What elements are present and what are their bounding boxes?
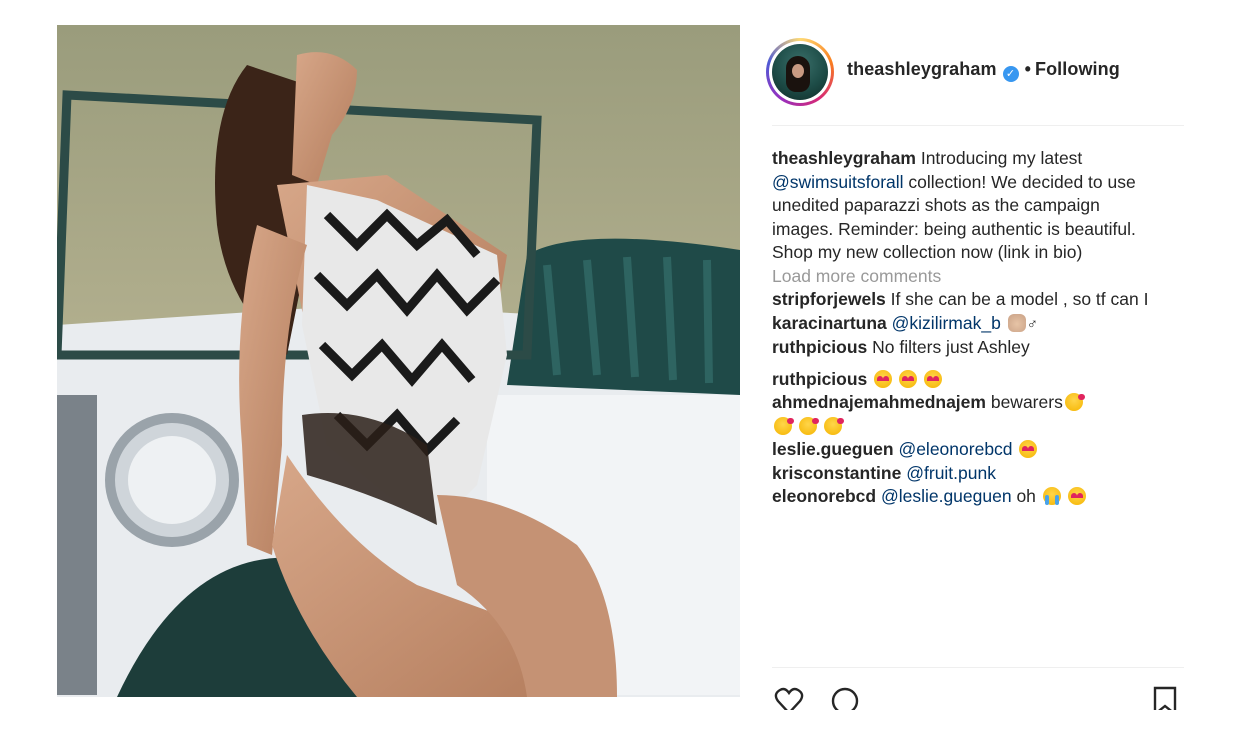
divider (772, 667, 1184, 668)
male-sign: ♂ (1026, 315, 1038, 333)
divider (772, 125, 1184, 126)
comment-mention[interactable]: @eleonorebcd (898, 439, 1012, 459)
comment: leslie.gueguen @eleonorebcd (772, 438, 1162, 462)
action-bar (772, 680, 1184, 710)
heart-eyes-emoji-icon (1067, 487, 1086, 505)
comment-text: bewarers (990, 392, 1063, 412)
comment-mention[interactable]: @kizilirmak_b (892, 313, 1001, 333)
kiss-emoji-icon (1064, 393, 1085, 411)
comment-text: oh (1016, 486, 1036, 506)
comment: krisconstantine @fruit.punk (772, 462, 1162, 486)
comment: eleonorebcd @leslie.gueguen oh (772, 485, 1162, 509)
comment-username[interactable]: krisconstantine (772, 463, 901, 483)
comment-text: No filters just Ashley (872, 337, 1030, 357)
kiss-emoji-icon (823, 416, 844, 435)
comment: stripforjewels If she can be a model , s… (772, 288, 1162, 312)
following-button[interactable]: Following (1035, 59, 1120, 79)
caption: theashleygraham Introducing my latest @s… (772, 147, 1162, 265)
comment-username[interactable]: leslie.gueguen (772, 439, 894, 459)
header-username[interactable]: theashleygraham (847, 59, 997, 79)
comments-list: theashleygraham Introducing my latest @s… (772, 147, 1162, 509)
comment-username[interactable]: stripforjewels (772, 289, 886, 309)
comment: ahmednajemahmednajem bewarers (772, 391, 1162, 438)
separator-dot: • (1024, 59, 1031, 79)
heart-eyes-emoji-icon (1019, 440, 1038, 458)
comment-username[interactable]: eleonorebcd (772, 486, 876, 506)
comment-username[interactable]: ahmednajemahmednajem (772, 392, 986, 412)
load-more-comments-button[interactable]: Load more comments (772, 265, 1162, 289)
heart-eyes-emoji-icon (874, 369, 893, 388)
comment-mention[interactable]: @fruit.punk (906, 463, 996, 483)
comment-text: If she can be a model , so tf can I (890, 289, 1149, 309)
post-image (57, 25, 740, 697)
comment: ruthpicious No filters just Ashley (772, 336, 1162, 360)
comment: ruthpicious (772, 368, 1162, 392)
post-sidebar: theashleygraham ✓ • Following theashleygrah… (766, 0, 1184, 730)
post-header: theashleygraham ✓ • Following (766, 38, 1184, 108)
kiss-emoji-icon (798, 416, 819, 435)
heart-eyes-emoji-icon (923, 369, 942, 388)
comment: karacinartuna @kizilirmak_b ♂ (772, 312, 1162, 337)
man-emoji-icon (1007, 313, 1026, 332)
story-ring[interactable] (766, 38, 834, 106)
comment-icon[interactable] (830, 686, 860, 710)
kiss-emoji-icon (774, 416, 794, 435)
comment-mention[interactable]: @leslie.gueguen (881, 486, 1012, 506)
avatar[interactable] (769, 41, 831, 103)
heart-eyes-emoji-icon (899, 369, 918, 388)
heart-icon[interactable] (774, 686, 804, 710)
comment-username[interactable]: ruthpicious (772, 337, 867, 357)
comment-username[interactable]: karacinartuna (772, 313, 887, 333)
caption-text-1: Introducing my latest (920, 148, 1083, 168)
caption-username[interactable]: theashleygraham (772, 148, 916, 168)
caption-mention[interactable]: @swimsuitsforall (772, 172, 904, 192)
crying-emoji-icon (1042, 487, 1061, 505)
comment-username[interactable]: ruthpicious (772, 369, 867, 389)
header-username-row: theashleygraham ✓ • Following (847, 59, 1120, 82)
post-photo[interactable] (57, 25, 740, 697)
bookmark-icon[interactable] (1152, 686, 1178, 710)
verified-badge-icon: ✓ (1002, 66, 1019, 82)
